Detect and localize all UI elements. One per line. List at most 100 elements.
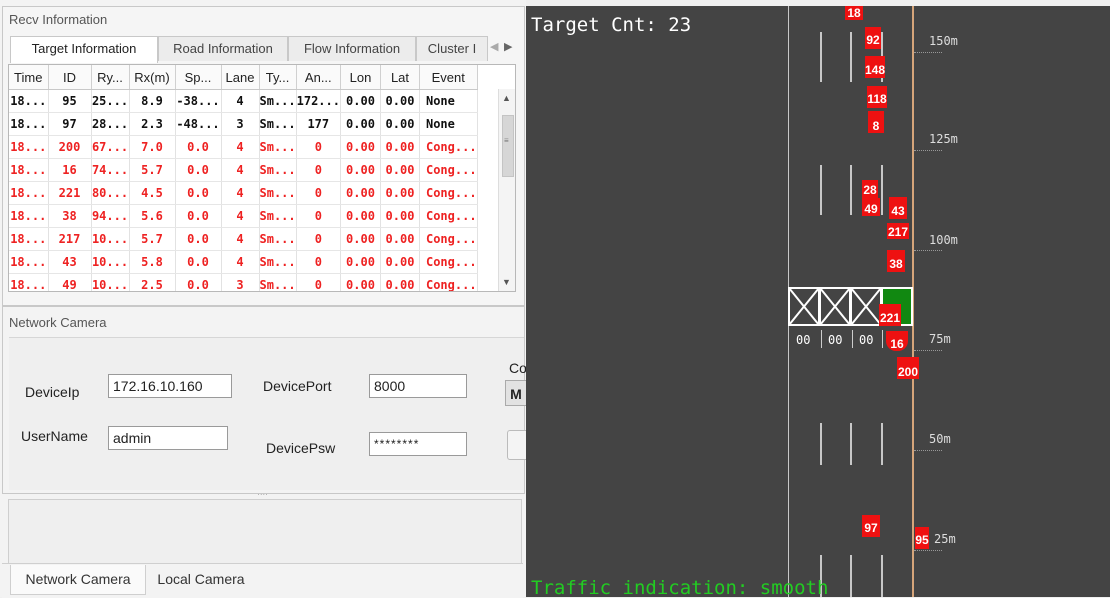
target-marker[interactable]: 8 — [868, 111, 884, 133]
cell-type: Sm... — [259, 112, 297, 136]
target-marker[interactable]: 49 — [862, 198, 880, 216]
cell-type: Sm... — [259, 181, 297, 205]
cell-rx: 5.7 — [129, 158, 176, 182]
tab-flow-information[interactable]: Flow Information — [288, 36, 416, 61]
cell-time: 18... — [9, 135, 49, 159]
cell-lat: 0.00 — [380, 273, 420, 291]
distance-tick — [914, 350, 942, 351]
cell-lat: 0.00 — [380, 204, 420, 228]
cell-id: 217 — [48, 227, 92, 251]
target-id-label: 38 — [889, 257, 903, 271]
col-lon-header[interactable]: Lon — [340, 65, 381, 90]
target-marker[interactable]: 16 — [886, 331, 908, 351]
target-marker[interactable]: 95 — [915, 527, 929, 549]
device-password-input[interactable]: ******** — [369, 432, 467, 456]
target-marker[interactable]: 118 — [867, 86, 887, 108]
cell-event: Cong... — [419, 204, 478, 228]
username-input[interactable]: admin — [108, 426, 228, 450]
col-type-header[interactable]: Ty... — [259, 65, 297, 90]
cell-type: Sm... — [259, 250, 297, 274]
cell-lat: 0.00 — [380, 135, 420, 159]
col-ry-header[interactable]: Ry... — [91, 65, 130, 90]
target-marker[interactable]: 217 — [887, 223, 909, 239]
target-marker[interactable]: 38 — [887, 250, 905, 272]
target-marker[interactable]: 43 — [889, 197, 907, 219]
target-marker[interactable]: 28 — [862, 180, 878, 198]
target-id-label: 95 — [915, 533, 929, 547]
lane-dash — [820, 165, 822, 215]
target-marker[interactable]: 148 — [865, 56, 885, 78]
cell-id: 43 — [48, 250, 92, 274]
target-marker[interactable]: 97 — [862, 515, 880, 537]
cell-event: Cong... — [419, 250, 478, 274]
cell-lane: 4 — [221, 204, 260, 228]
target-marker[interactable]: 18 — [845, 6, 863, 20]
cell-ry: 10... — [91, 227, 130, 251]
lane-counter-2: 00 — [828, 333, 843, 347]
table-row[interactable]: 18... 221 80... 4.5 0.0 4 Sm... 0 0.00 0.00 Cong..… — [9, 181, 478, 205]
cell-lon: 0.00 — [340, 273, 381, 291]
tab-network-camera[interactable]: Network Camera — [10, 565, 146, 595]
cell-event: Cong... — [419, 181, 478, 205]
table-row[interactable]: 18... 43 10... 5.8 0.0 4 Sm... 0 0.00 0.00 Cong... — [9, 250, 478, 274]
cell-rx: 5.8 — [129, 250, 176, 274]
cell-event: Cong... — [419, 227, 478, 251]
target-marker[interactable]: 200 — [897, 357, 919, 379]
cell-event: None — [419, 112, 478, 136]
tab-scroll-right-icon[interactable]: ▶ — [504, 40, 512, 53]
device-port-input[interactable]: 8000 — [369, 374, 467, 398]
cell-angle: 0 — [296, 273, 341, 291]
tab-target-information[interactable]: Target Information — [10, 36, 158, 63]
cell-time: 18... — [9, 273, 49, 291]
distance-tick — [914, 450, 942, 451]
target-id-label: 43 — [891, 204, 905, 218]
device-ip-input[interactable]: 172.16.10.160 — [108, 374, 232, 398]
table-row[interactable]: 18... 38 94... 5.6 0.0 4 Sm... 0 0.00 0.00 Cong... — [9, 204, 478, 228]
tab-scroll-left-icon[interactable]: ◀ — [490, 40, 498, 53]
table-row[interactable]: 18... 49 10... 2.5 0.0 3 Sm... 0 0.00 0.00 Cong... — [9, 273, 478, 291]
cell-rx: 5.7 — [129, 227, 176, 251]
table-row[interactable]: 18... 200 67... 7.0 0.0 4 Sm... 0 0.00 0.00 Cong..… — [9, 135, 478, 159]
cell-rx: 4.5 — [129, 181, 176, 205]
cell-angle: 0 — [296, 204, 341, 228]
camera-action-button[interactable] — [507, 430, 527, 460]
scroll-down-icon[interactable]: ▼ — [502, 277, 511, 287]
distance-label-100m: 100m — [929, 233, 958, 247]
table-row[interactable]: 18... 16 74... 5.7 0.0 4 Sm... 0 0.00 0.00 Cong... — [9, 158, 478, 182]
cut-button[interactable]: M — [505, 380, 526, 406]
target-id-label: 16 — [890, 337, 904, 351]
scrollbar-thumb[interactable]: ≡ — [502, 115, 514, 177]
tab-road-information[interactable]: Road Information — [158, 36, 288, 61]
table-row[interactable]: 18... 95 25... 8.9 -38... 4 Sm... 172... 0.00 0.0… — [9, 89, 478, 113]
tab-cluster-information[interactable]: Cluster I — [416, 36, 488, 61]
target-id-label: 92 — [866, 33, 880, 47]
target-marker[interactable]: 221 — [879, 304, 901, 326]
cell-lat: 0.00 — [380, 250, 420, 274]
scroll-up-icon[interactable]: ▲ — [502, 93, 511, 103]
table-row[interactable]: 18... 97 28... 2.3 -48... 3 Sm... 177 0.00 0.00 No… — [9, 112, 478, 136]
table-scrollbar[interactable]: ▲ ≡ ▼ — [498, 89, 515, 291]
target-id-label: 18 — [847, 6, 861, 20]
col-angle-header[interactable]: An... — [296, 65, 341, 90]
cell-ry: 10... — [91, 250, 130, 274]
col-rx-header[interactable]: Rx(m) — [129, 65, 176, 90]
target-table: Time ID Ry... Rx(m) Sp... Lane Ty... An.… — [8, 64, 516, 292]
col-time-header[interactable]: Time — [9, 65, 49, 90]
lane-counter-3: 00 — [859, 333, 874, 347]
cell-time: 18... — [9, 181, 49, 205]
target-marker[interactable]: 92 — [865, 27, 881, 49]
col-lane-header[interactable]: Lane — [221, 65, 260, 90]
cell-ry: 74... — [91, 158, 130, 182]
col-event-header[interactable]: Event — [419, 65, 478, 90]
lane-dash — [820, 423, 822, 465]
col-id-header[interactable]: ID — [48, 65, 92, 90]
cell-lane: 3 — [221, 112, 260, 136]
cell-type: Sm... — [259, 273, 297, 291]
cell-speed: 0.0 — [175, 135, 222, 159]
col-lat-header[interactable]: Lat — [380, 65, 420, 90]
cell-lane: 4 — [221, 89, 260, 113]
col-speed-header[interactable]: Sp... — [175, 65, 222, 90]
distance-tick — [914, 150, 942, 151]
table-row[interactable]: 18... 217 10... 5.7 0.0 4 Sm... 0 0.00 0.00 Cong..… — [9, 227, 478, 251]
tab-local-camera[interactable]: Local Camera — [146, 565, 256, 595]
